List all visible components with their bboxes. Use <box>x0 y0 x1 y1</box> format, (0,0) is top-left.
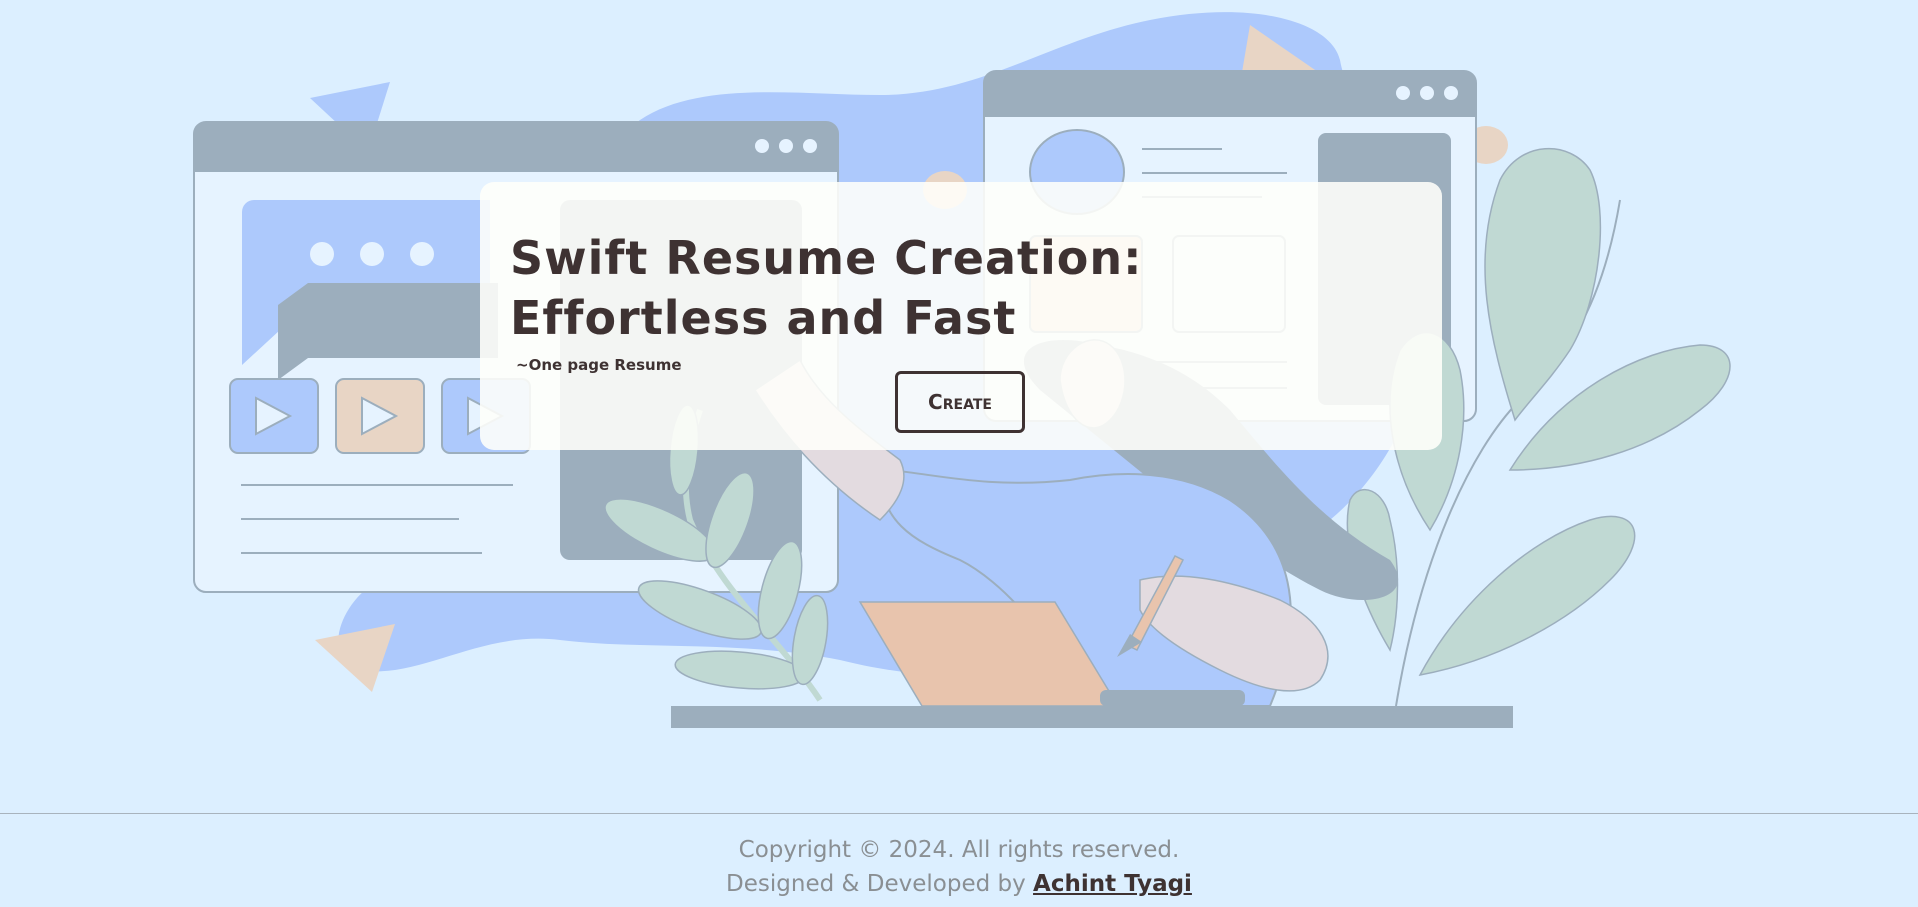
hero-title: Swift Resume Creation: Effortless and Fa… <box>510 231 1143 345</box>
triangle-shape-bottom-left <box>315 624 395 692</box>
hero-card: Swift Resume Creation: Effortless and Fa… <box>480 182 1442 450</box>
credits-line: Designed & Developed by Achint Tyagi <box>0 867 1918 901</box>
create-button[interactable]: Create <box>895 371 1025 433</box>
copyright-text: Copyright © 2024. All rights reserved. <box>738 837 1180 863</box>
desk-shelf <box>1100 690 1245 706</box>
site-footer: Copyright © 2024. All rights reserved. D… <box>0 813 1918 907</box>
author-link[interactable]: Achint Tyagi <box>1033 871 1192 897</box>
credits-label: Designed & Developed by <box>726 871 1026 897</box>
landing-page: Swift Resume Creation: Effortless and Fa… <box>0 0 1918 907</box>
desk-surface <box>671 706 1513 728</box>
